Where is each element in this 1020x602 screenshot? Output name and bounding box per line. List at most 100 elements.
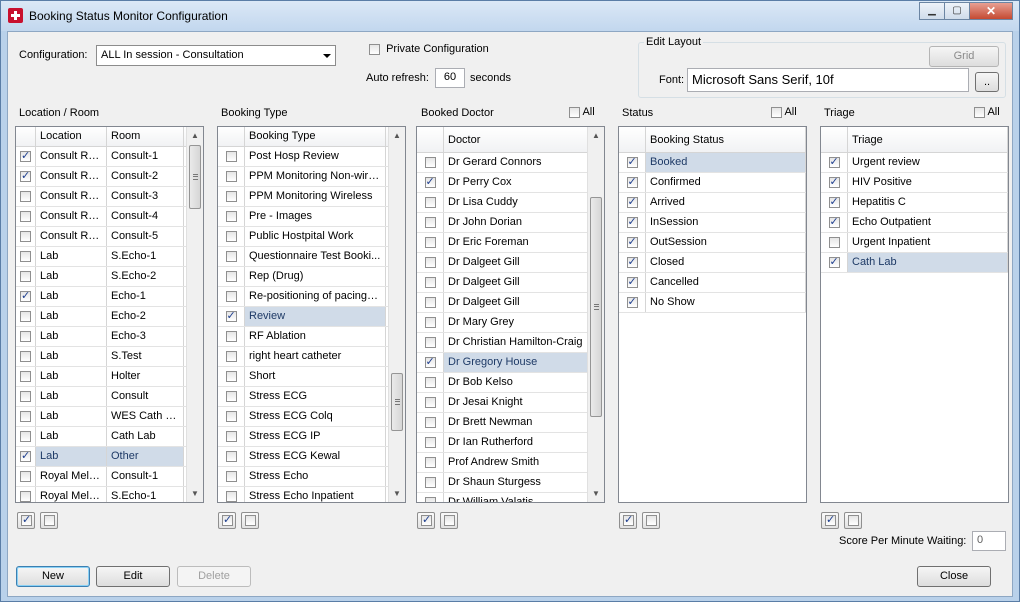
table-row[interactable]: Royal Melb... S.Echo-1 [16,487,203,502]
row-checkbox[interactable] [424,337,436,348]
table-row[interactable]: Confirmed [619,173,806,193]
row-checkbox[interactable] [626,195,638,208]
table-row[interactable]: Stress Echo Inpatient [218,487,405,502]
table-row[interactable]: LabEcho-1 [16,287,203,307]
row-checkbox[interactable] [424,317,436,328]
row-checkbox[interactable] [424,237,436,248]
auto-refresh-input[interactable]: 60 [435,68,465,88]
row-checkbox[interactable] [225,451,237,462]
table-row[interactable]: Lab S.Echo-1 [16,247,203,267]
table-row[interactable]: Dr Ian Rutherford [417,433,604,453]
row-checkbox[interactable] [225,211,237,222]
booking-status-column-header[interactable]: Booking Status [646,127,806,152]
status-all-checkbox[interactable] [771,106,782,118]
table-row[interactable]: Stress ECG Colq [218,407,405,427]
table-row[interactable]: Consult Ro... Consult-3 [16,187,203,207]
row-checkbox[interactable] [225,351,237,362]
table-row[interactable]: Echo Outpatient [821,213,1008,233]
scroll-thumb[interactable] [391,373,403,431]
row-checkbox[interactable] [20,391,31,402]
row-checkbox[interactable] [424,497,436,502]
vertical-scrollbar[interactable]: ▲ ▼ [388,127,405,502]
row-checkbox[interactable] [20,191,31,202]
font-input[interactable]: Microsoft Sans Serif, 10f [687,68,969,92]
table-row[interactable]: Dr Lisa Cuddy [417,193,604,213]
scroll-down-arrow-icon[interactable]: ▼ [187,485,203,502]
row-checkbox[interactable] [828,175,840,188]
table-row[interactable]: Pre - Images [218,207,405,227]
row-checkbox[interactable] [626,255,638,268]
table-row[interactable]: PPM Monitoring Wireless [218,187,405,207]
maximize-button[interactable]: ▢ [944,2,970,20]
row-checkbox[interactable] [424,377,436,388]
row-checkbox[interactable] [225,471,237,482]
row-checkbox[interactable] [20,331,31,342]
scroll-up-arrow-icon[interactable]: ▲ [389,127,405,144]
table-row[interactable]: Consult Ro... Consult-4 [16,207,203,227]
table-row[interactable]: Dr Brett Newman [417,413,604,433]
triage-all-toggle[interactable]: All [974,106,1000,118]
row-checkbox[interactable] [225,291,237,302]
scroll-down-arrow-icon[interactable]: ▼ [588,485,604,502]
table-row[interactable]: Short [218,367,405,387]
edit-button[interactable]: Edit [96,566,170,587]
status-all-toggle[interactable]: All [771,106,797,118]
row-checkbox[interactable] [225,331,237,342]
font-browse-button[interactable]: .. [975,72,999,92]
status-uncheck-all-button[interactable] [642,512,660,529]
row-checkbox[interactable] [225,391,237,402]
grid-button[interactable]: Grid [929,46,999,67]
table-row[interactable]: Urgent Inpatient [821,233,1008,253]
row-checkbox[interactable] [20,169,31,182]
table-row[interactable]: Dr Mary Grey [417,313,604,333]
row-checkbox[interactable] [225,309,237,322]
table-row[interactable]: Dr Gerard Connors [417,153,604,173]
doctor-uncheck-all-button[interactable] [440,512,458,529]
table-row[interactable]: Dr John Dorian [417,213,604,233]
row-checkbox[interactable] [20,231,31,242]
header-checkbox-column[interactable] [16,127,36,146]
table-row[interactable]: Lab Echo-2 [16,307,203,327]
row-checkbox[interactable] [20,211,31,222]
table-row[interactable]: Dr Gregory House [417,353,604,373]
row-checkbox[interactable] [20,289,31,302]
booking-check-all-button[interactable] [218,512,236,529]
table-row[interactable]: Consult Ro...Consult-2 [16,167,203,187]
row-checkbox[interactable] [424,297,436,308]
doctor-check-all-button[interactable] [417,512,435,529]
delete-button[interactable]: Delete [177,566,251,587]
table-row[interactable]: Dr Dalgeet Gill [417,293,604,313]
table-row[interactable]: Lab Consult [16,387,203,407]
minimize-button[interactable]: ▁ [919,2,945,20]
table-row[interactable]: Dr Eric Foreman [417,233,604,253]
row-checkbox[interactable] [626,175,638,188]
table-row[interactable]: Urgent review [821,153,1008,173]
row-checkbox[interactable] [424,175,436,188]
row-checkbox[interactable] [828,195,840,208]
table-row[interactable]: Public Hostpital Work [218,227,405,247]
row-checkbox[interactable] [20,471,31,482]
row-checkbox[interactable] [424,277,436,288]
title-bar[interactable]: Booking Status Monitor Configuration ▁ ▢… [1,1,1019,31]
scroll-up-arrow-icon[interactable]: ▲ [588,127,604,144]
doctor-all-toggle[interactable]: All [569,106,595,118]
row-checkbox[interactable] [828,155,840,168]
table-row[interactable]: Dr Perry Cox [417,173,604,193]
table-row[interactable]: Closed [619,253,806,273]
row-checkbox[interactable] [225,171,237,182]
configuration-select[interactable]: ALL In session - Consultation [96,45,336,66]
table-row[interactable]: Dr Shaun Sturgess [417,473,604,493]
table-row[interactable]: Dr Dalgeet Gill [417,273,604,293]
table-row[interactable]: Dr Jesai Knight [417,393,604,413]
row-checkbox[interactable] [626,155,638,168]
vertical-scrollbar[interactable]: ▲ ▼ [186,127,203,502]
row-checkbox[interactable] [828,237,840,248]
booking-uncheck-all-button[interactable] [241,512,259,529]
row-checkbox[interactable] [225,191,237,202]
table-row[interactable]: LabOther [16,447,203,467]
doctor-all-checkbox[interactable] [569,106,580,118]
table-row[interactable]: Dr Christian Hamilton-Craig [417,333,604,353]
table-row[interactable]: Prof Andrew Smith [417,453,604,473]
table-row[interactable]: Dr Dalgeet Gill [417,253,604,273]
row-checkbox[interactable] [225,371,237,382]
